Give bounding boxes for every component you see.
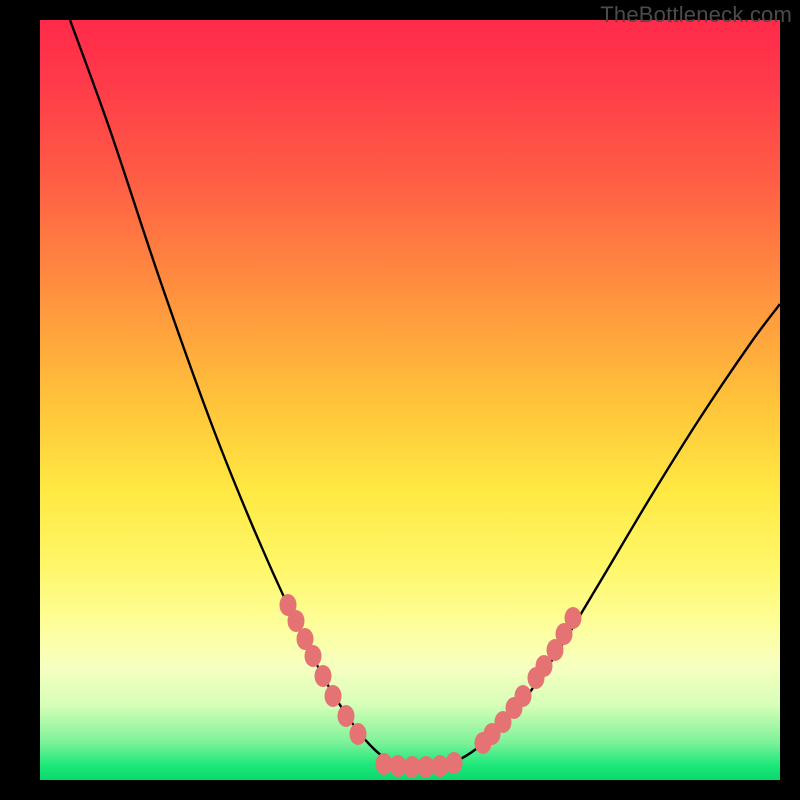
outer-frame: TheBottleneck.com [0,0,800,800]
marker-dot [515,685,532,707]
marker-dot [305,645,322,667]
chart-svg [40,20,780,780]
marker-dot [565,607,582,629]
marker-dot [325,685,342,707]
marker-dot [315,665,332,687]
bottleneck-curve [70,20,780,767]
marker-group [280,594,582,778]
plot-area [40,20,780,780]
marker-dot [338,705,355,727]
marker-dot [350,723,367,745]
watermark-text: TheBottleneck.com [600,2,792,28]
marker-dot [288,610,305,632]
marker-dot [446,752,463,774]
